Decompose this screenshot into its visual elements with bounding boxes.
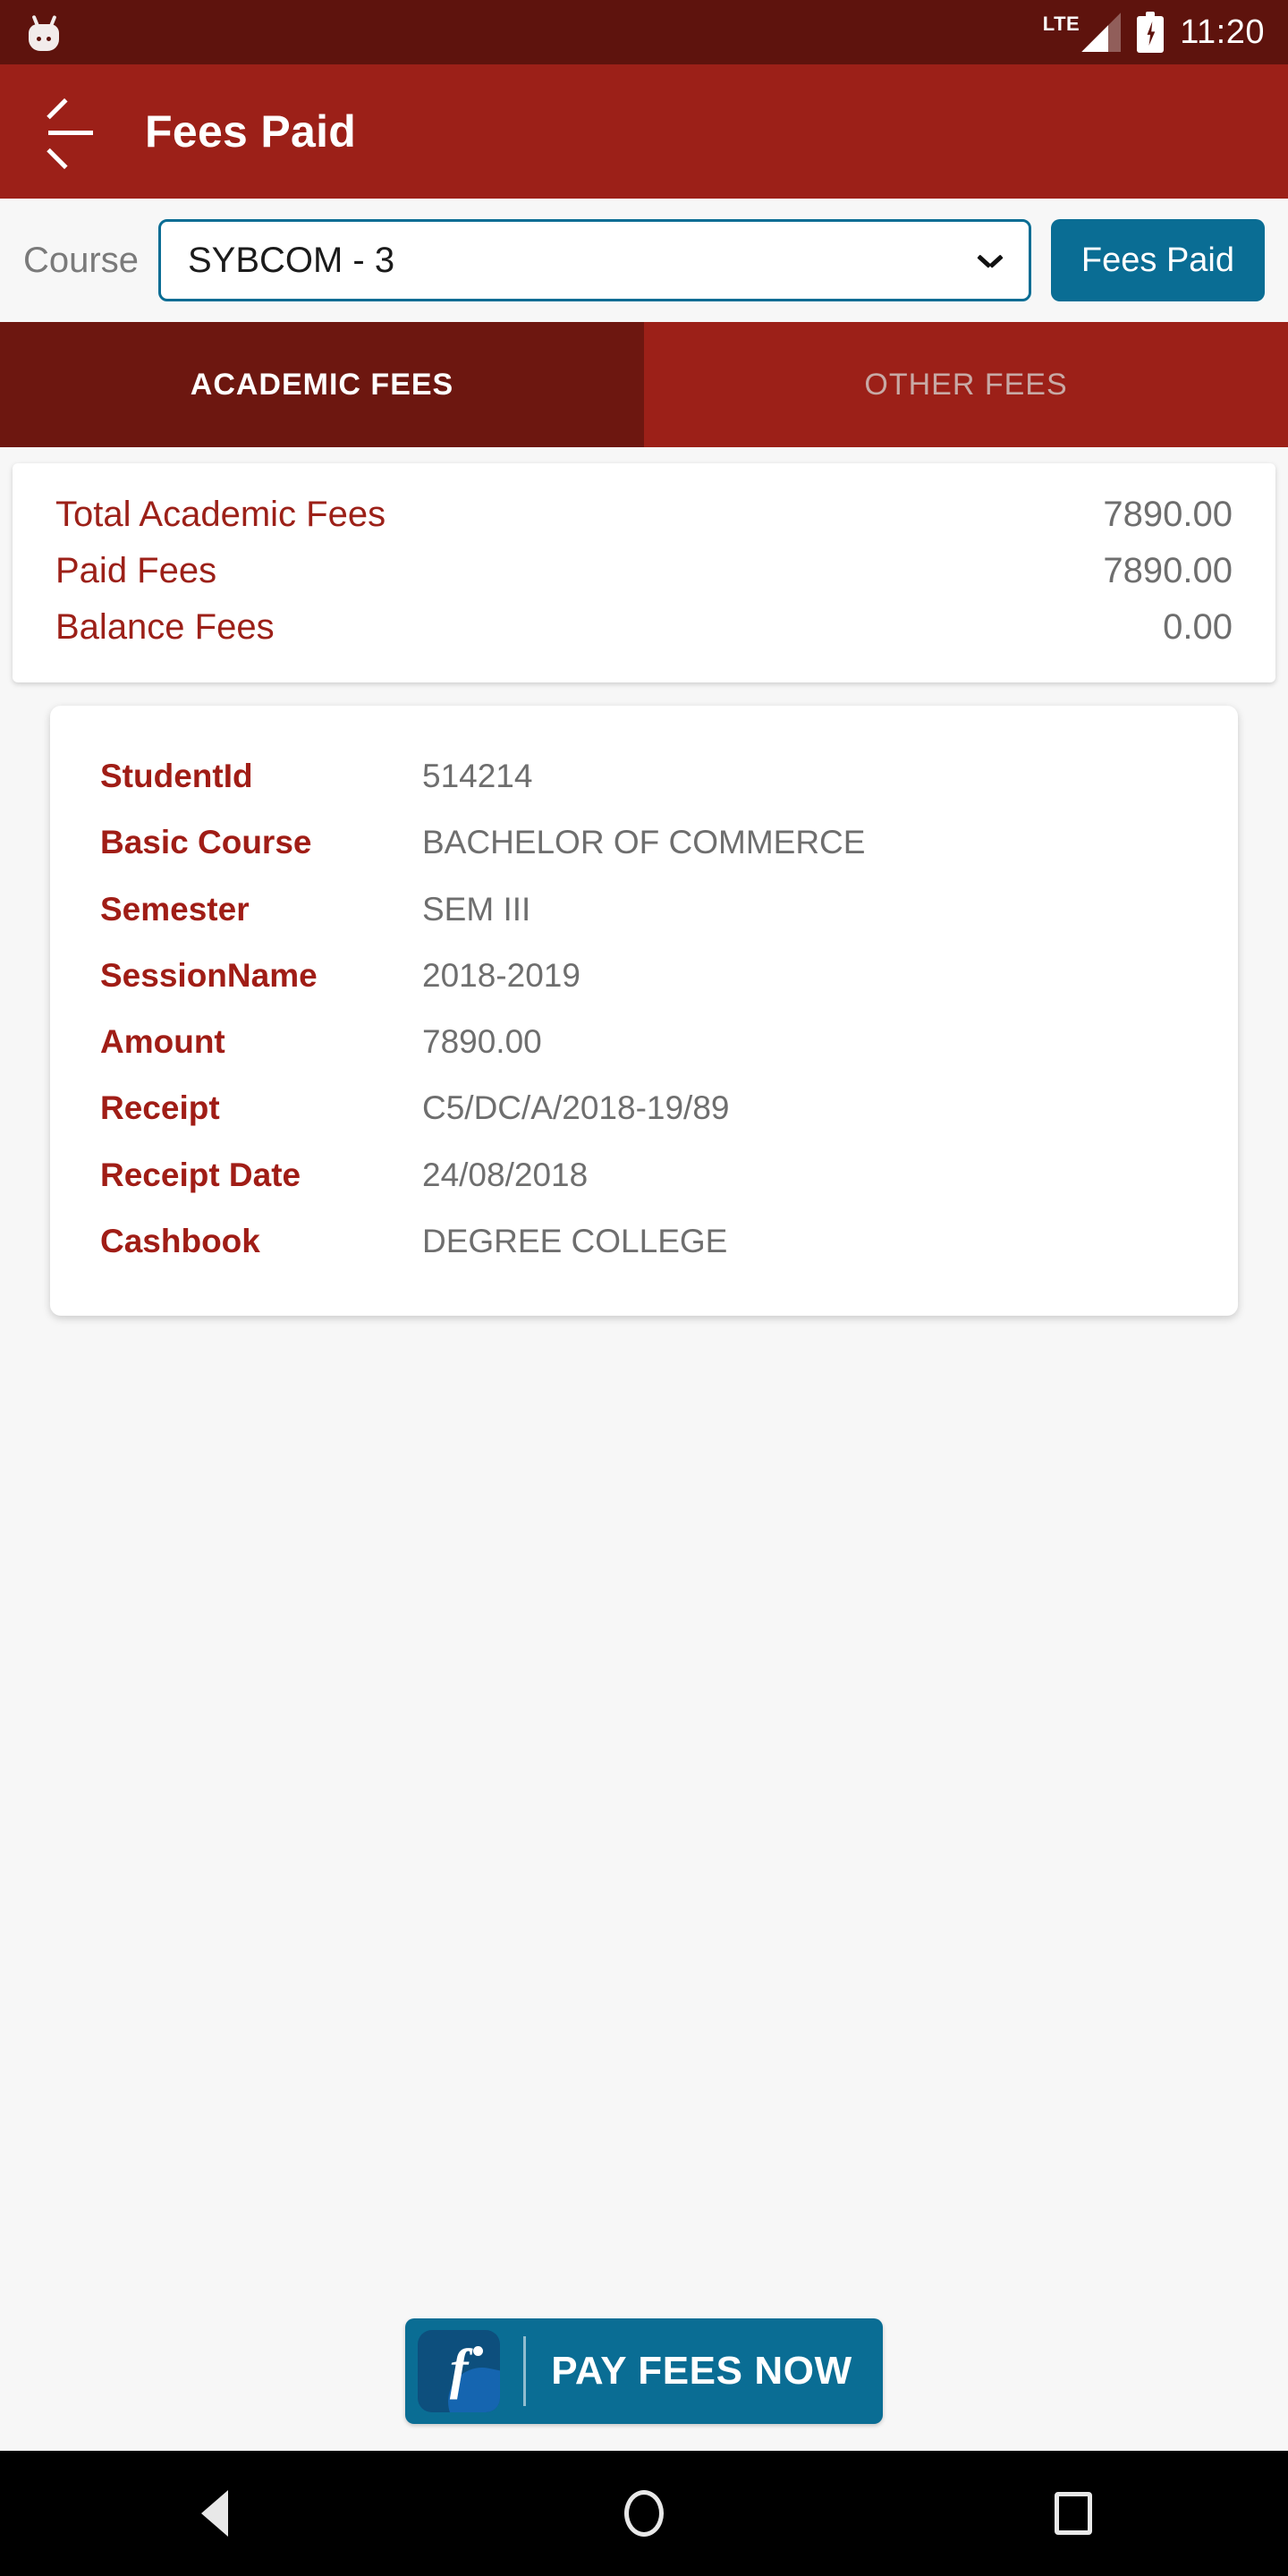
detail-label: Amount xyxy=(100,1023,225,1060)
detail-label: Cashbook xyxy=(100,1222,260,1259)
detail-row: Cashbook DEGREE COLLEGE xyxy=(100,1208,1188,1275)
summary-label: Balance Fees xyxy=(55,607,275,647)
detail-value: 24/08/2018 xyxy=(422,1156,589,1193)
nav-recents-icon[interactable] xyxy=(1020,2460,1127,2567)
detail-value: C5/DC/A/2018-19/89 xyxy=(422,1089,730,1127)
detail-label: Receipt Date xyxy=(100,1156,301,1193)
detail-value: BACHELOR OF COMMERCE xyxy=(422,824,866,861)
detail-value: 2018-2019 xyxy=(422,956,580,994)
tab-other-fees[interactable]: OTHER FEES xyxy=(644,322,1288,447)
summary-value: 7890.00 xyxy=(1103,495,1233,534)
feepay-logo-icon: f xyxy=(418,2330,501,2412)
detail-row: Basic Course BACHELOR OF COMMERCE xyxy=(100,809,1188,876)
detail-label: Receipt xyxy=(100,1089,220,1127)
fees-tabs: ACADEMIC FEES OTHER FEES xyxy=(0,322,1288,447)
pay-fees-now-button[interactable]: f PAY FEES NOW xyxy=(405,2318,883,2424)
pay-button-area: f PAY FEES NOW xyxy=(0,2318,1288,2451)
summary-value: 7890.00 xyxy=(1103,551,1233,590)
summary-label: Total Academic Fees xyxy=(55,495,386,534)
battery-charging-icon xyxy=(1137,12,1165,53)
detail-label: Semester xyxy=(100,890,250,928)
page-title: Fees Paid xyxy=(145,106,357,157)
back-arrow-icon[interactable] xyxy=(43,97,98,170)
detail-value: 7890.00 xyxy=(422,1023,542,1060)
chevron-down-icon xyxy=(979,254,1002,267)
summary-row: Total Academic Fees 7890.00 xyxy=(55,487,1233,543)
summary-value: 0.00 xyxy=(1163,607,1233,647)
fees-paid-button[interactable]: Fees Paid xyxy=(1050,219,1265,301)
detail-row: StudentId 514214 xyxy=(100,743,1188,809)
content-scroll-area[interactable]: Total Academic Fees 7890.00 Paid Fees 78… xyxy=(0,447,1288,2318)
pay-button-label: PAY FEES NOW xyxy=(551,2349,852,2393)
summary-row: Balance Fees 0.00 xyxy=(55,599,1233,656)
course-label: Course xyxy=(23,240,139,280)
fees-detail-card: StudentId 514214 Basic Course BACHELOR O… xyxy=(50,706,1238,1316)
status-bar-clock: 11:20 xyxy=(1180,13,1265,51)
signal-bars-icon xyxy=(1081,13,1122,52)
summary-row: Paid Fees 7890.00 xyxy=(55,543,1233,599)
detail-label: SessionName xyxy=(100,956,318,994)
summary-label: Paid Fees xyxy=(55,551,217,590)
pay-button-divider xyxy=(523,2336,527,2406)
nav-back-icon[interactable] xyxy=(161,2460,268,2567)
android-nav-bar xyxy=(0,2451,1288,2576)
status-bar: LTE 11:20 xyxy=(0,0,1288,64)
signal-icon: LTE xyxy=(1042,13,1122,52)
detail-label: Basic Course xyxy=(100,824,312,861)
course-selector-row: Course SYBCOM - 3 Fees Paid xyxy=(0,199,1288,322)
detail-row: Receipt Date 24/08/2018 xyxy=(100,1142,1188,1208)
network-type-label: LTE xyxy=(1042,13,1080,35)
feepay-logo-glyph: f xyxy=(449,2339,469,2400)
course-select-value: SYBCOM - 3 xyxy=(187,240,395,280)
detail-value: 514214 xyxy=(422,758,533,794)
detail-label: StudentId xyxy=(100,758,253,794)
detail-row: Amount 7890.00 xyxy=(100,1009,1188,1075)
detail-value: SEM III xyxy=(422,890,531,928)
phone-screen: LTE 11:20 Fees Paid Course SYBCOM - 3 Fe… xyxy=(0,0,1288,2576)
fees-summary-card: Total Academic Fees 7890.00 Paid Fees 78… xyxy=(13,463,1275,682)
nav-home-icon[interactable] xyxy=(590,2460,698,2567)
detail-row: Receipt C5/DC/A/2018-19/89 xyxy=(100,1075,1188,1141)
course-select[interactable]: SYBCOM - 3 xyxy=(157,219,1031,301)
detail-row: SessionName 2018-2019 xyxy=(100,943,1188,1009)
status-bar-right: LTE 11:20 xyxy=(1043,12,1265,53)
status-bar-left xyxy=(23,12,64,53)
detail-row: Semester SEM III xyxy=(100,877,1188,943)
detail-value: DEGREE COLLEGE xyxy=(422,1222,728,1259)
app-bar: Fees Paid xyxy=(0,64,1288,199)
android-mascot-icon xyxy=(23,12,64,53)
tab-academic-fees[interactable]: ACADEMIC FEES xyxy=(0,322,644,447)
